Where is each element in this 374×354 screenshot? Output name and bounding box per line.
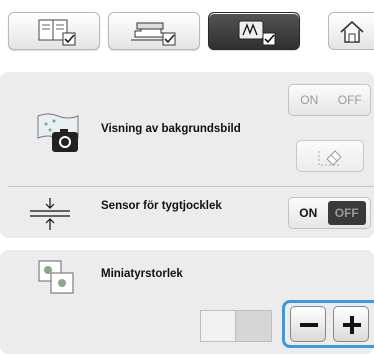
plus-icon [343, 316, 361, 334]
book-check-icon [38, 19, 76, 46]
toggle-off-button[interactable]: OFF [327, 201, 366, 225]
sewing-settings-tab[interactable] [108, 12, 200, 50]
row-divider [8, 186, 374, 187]
home-button[interactable] [328, 12, 374, 50]
decrease-size-button[interactable] [290, 306, 326, 342]
home-icon [340, 20, 364, 43]
background-image-toggle[interactable]: ON OFF [288, 84, 371, 116]
toggle-on-label: ON [300, 93, 319, 107]
fabric-sensor-label: Sensor för tygtjocklek [101, 200, 222, 212]
toggle-off-label: OFF [337, 93, 362, 107]
sewing-machine-check-icon [131, 22, 176, 46]
eraser-icon [318, 150, 342, 166]
thumbnail-small-preview [200, 310, 236, 342]
erase-background-button[interactable] [296, 140, 364, 172]
camera-icon [37, 113, 79, 152]
minus-icon [300, 323, 318, 327]
embroidery-settings-tab[interactable] [208, 12, 300, 50]
embroidery-frame-check-icon [238, 20, 276, 46]
background-image-label: Visning av bakgrundsbild [101, 123, 241, 135]
thumbnail-size-label: Miniatyrstorlek [101, 268, 183, 280]
toggle-on-button[interactable]: ON [289, 201, 328, 225]
general-settings-tab[interactable] [8, 12, 100, 50]
fabric-thickness-icon [30, 198, 70, 230]
thumbnail-icon [38, 260, 74, 294]
increase-size-button[interactable] [333, 306, 369, 342]
fabric-sensor-toggle[interactable]: ON OFF [288, 197, 371, 229]
thumbnail-large-preview [236, 310, 272, 342]
